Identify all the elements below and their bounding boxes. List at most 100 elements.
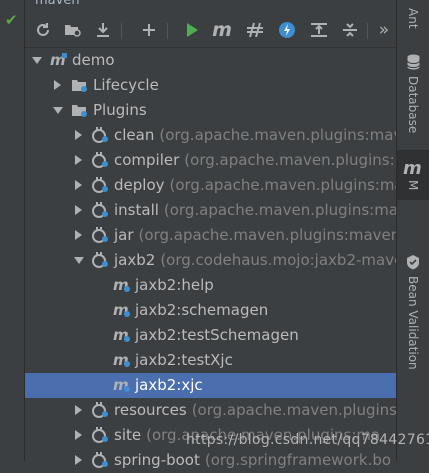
reload-icon[interactable]	[31, 18, 55, 42]
tree-row-label: Plugins	[93, 101, 147, 119]
tree-row-label: jaxb2:testXjc	[135, 351, 233, 369]
tree-item-name: compiler	[114, 151, 180, 169]
tree-item-name: clean	[114, 126, 155, 144]
tool-window-title: maven	[35, 0, 80, 8]
folder-gear-icon	[71, 102, 89, 118]
tool-window-title-bar: maven	[25, 0, 397, 14]
tree-row[interactable]: deploy (org.apache.maven.plugins:ma	[25, 173, 397, 198]
tree-row[interactable]: Plugins	[25, 98, 397, 123]
tree-item-name: jaxb2:xjc	[135, 376, 203, 394]
tree-row-label: spring-boot (org.springframework.bo	[114, 451, 391, 469]
tree-item-name: site	[114, 426, 142, 444]
tree-goal-row[interactable]: m jaxb2:testXjc	[25, 348, 397, 373]
tree-row[interactable]: clean (org.apache.maven.plugins:mave	[25, 123, 397, 148]
run-icon[interactable]	[180, 18, 204, 42]
tree-row[interactable]: install(org.apache.maven.plugins:maven-i	[25, 198, 397, 223]
expand-arrow-right-icon[interactable]	[54, 80, 61, 90]
goal-icon: m	[113, 326, 131, 344]
right-tab-ant[interactable]: Ant	[397, 0, 429, 44]
tree-row-label: deploy (org.apache.maven.plugins:ma	[114, 176, 397, 194]
download-icon[interactable]	[91, 18, 115, 42]
maven-goal-icon[interactable]: m	[210, 18, 234, 42]
tree-goal-row[interactable]: m jaxb2:testSchemagen	[25, 323, 397, 348]
right-tab-label: M	[406, 180, 420, 191]
right-tab-bean-validation[interactable]: Bean Validation	[397, 250, 429, 380]
show-dependencies-icon[interactable]	[307, 18, 331, 42]
maven-project-tree: m demo Lifecycle Plugins clean (org.apache.ma…	[25, 48, 397, 469]
maven-toolbar: m »	[25, 15, 397, 48]
skip-tests-icon[interactable]	[275, 18, 299, 42]
toolbar-separator	[121, 23, 122, 39]
tree-item-name: demo	[72, 51, 115, 69]
toolbar-separator	[167, 23, 168, 39]
right-tab-label: Ant	[406, 8, 420, 29]
maven-icon: m	[403, 158, 422, 179]
tree-item-name: install	[114, 201, 159, 219]
expand-arrow-right-icon[interactable]	[75, 430, 82, 440]
tree-item-name: jaxb2:help	[135, 276, 214, 294]
tree-item-coordinates: (org.codehaus.mojo:jaxb2-mave	[160, 251, 397, 269]
expand-arrow-right-icon[interactable]	[75, 155, 82, 165]
tree-goal-row[interactable]: m jaxb2:help	[25, 273, 397, 298]
tree-item-coordinates: (org.springframework.bo	[204, 451, 392, 469]
goal-icon: m	[113, 351, 131, 369]
goal-icon: m	[113, 301, 131, 319]
plugin-icon	[92, 202, 110, 218]
expand-arrow-right-icon[interactable]	[75, 405, 82, 415]
tree-item-coordinates: (org.apache.maven.plugins:maven-j	[138, 226, 397, 244]
tree-item-name: resources	[114, 401, 187, 419]
right-tab-database[interactable]: Database	[397, 48, 429, 144]
expand-arrow-right-icon[interactable]	[75, 455, 82, 465]
plugin-icon	[92, 252, 110, 268]
tree-row-label: jaxb2 (org.codehaus.mojo:jaxb2-mave	[114, 251, 397, 269]
expand-arrow-right-icon[interactable]	[75, 130, 82, 140]
tree-row[interactable]: resources (org.apache.maven.plugins:m	[25, 398, 397, 423]
tree-row-label: compiler (org.apache.maven.plugins:m	[114, 151, 397, 169]
tree-item-name: jaxb2	[114, 251, 156, 269]
tree-item-name: jaxb2:schemagen	[135, 301, 269, 319]
tree-item-name: jaxb2:testSchemagen	[135, 326, 299, 344]
expand-arrow-down-icon[interactable]	[53, 107, 63, 114]
tree-item-name: spring-boot	[114, 451, 200, 469]
expand-arrow-right-icon[interactable]	[75, 230, 82, 240]
tree-item-name: Lifecycle	[93, 76, 159, 94]
tree-goal-row[interactable]: m jaxb2:xjc	[25, 373, 397, 398]
plugin-icon	[92, 452, 110, 468]
expand-arrow-right-icon[interactable]	[75, 180, 82, 190]
tree-row[interactable]: compiler (org.apache.maven.plugins:m	[25, 148, 397, 173]
tree-item-coordinates: (org.apache.maven.plugins:mave	[159, 126, 397, 144]
tree-row[interactable]: jar (org.apache.maven.plugins:maven-j	[25, 223, 397, 248]
tree-row[interactable]: Lifecycle	[25, 73, 397, 98]
expand-arrow-right-icon[interactable]	[75, 205, 82, 215]
plugin-icon	[92, 427, 110, 443]
tree-row-label: jaxb2:xjc	[135, 376, 203, 394]
tree-row-label: jaxb2:schemagen	[135, 301, 268, 319]
generate-sources-icon[interactable]	[61, 18, 85, 42]
toggle-offline-icon[interactable]	[243, 18, 267, 42]
tree-item-coordinates: (org.apache.maven.plugins:m	[184, 151, 397, 169]
toolbar-separator	[367, 23, 368, 39]
expand-arrow-down-icon[interactable]	[74, 257, 84, 264]
more-icon[interactable]: »	[372, 18, 396, 42]
tree-row[interactable]: m demo	[25, 48, 397, 73]
expand-arrow-down-icon[interactable]	[32, 57, 42, 64]
right-tab-maven[interactable]: m M	[397, 150, 429, 200]
tree-row[interactable]: jaxb2 (org.codehaus.mojo:jaxb2-mave	[25, 248, 397, 273]
collapse-all-icon[interactable]	[338, 18, 362, 42]
goal-icon: m	[113, 376, 131, 394]
tree-row-label: jaxb2:testSchemagen	[135, 326, 299, 344]
tree-item-name: deploy	[114, 176, 165, 194]
plugin-icon	[92, 227, 110, 243]
maven-project-icon: m	[50, 51, 68, 69]
tree-goal-row[interactable]: m jaxb2:schemagen	[25, 298, 397, 323]
tree-item-coordinates: (org.apache.maven.plugins:ma	[169, 176, 398, 194]
plugin-icon	[92, 127, 110, 143]
database-icon	[407, 54, 420, 70]
tree-item-name: jaxb2:testXjc	[135, 351, 233, 369]
tree-row-label: jar (org.apache.maven.plugins:maven-j	[114, 226, 397, 244]
tree-item-name: jar	[114, 226, 134, 244]
tree-row-label: demo	[72, 51, 115, 69]
add-icon[interactable]	[137, 18, 161, 42]
tree-item-coordinates: (org.apache.maven.plugins:m	[191, 401, 397, 419]
tree-item-name: Plugins	[93, 101, 147, 119]
